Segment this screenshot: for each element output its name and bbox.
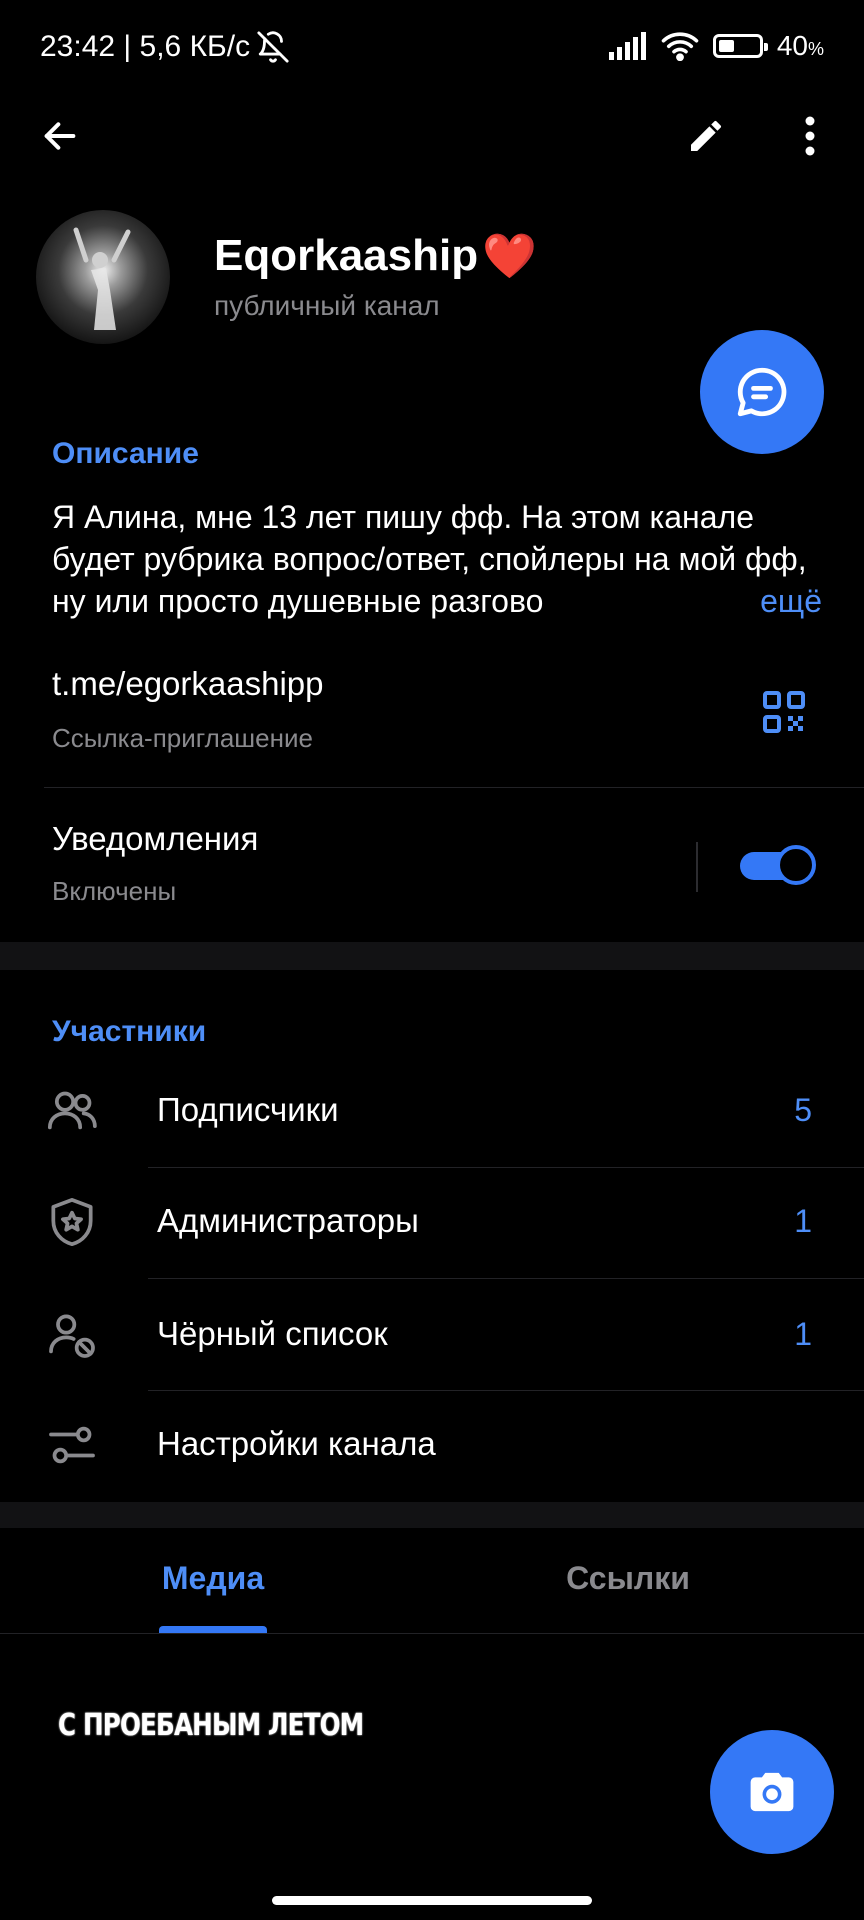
qr-code-button[interactable] [762, 690, 806, 734]
edit-button[interactable] [674, 104, 738, 168]
invite-link[interactable]: t.me/egorkaashipp [52, 665, 324, 703]
section-separator [0, 942, 864, 970]
qr-code-icon [762, 690, 806, 734]
tab-media[interactable]: Медиа [0, 1560, 426, 1597]
channel-settings-label: Настройки канала [157, 1425, 436, 1462]
battery-percent: 40 [776, 30, 808, 61]
members-row-count: 1 [794, 1316, 812, 1352]
chat-bubble-icon [733, 363, 791, 421]
more-options-button[interactable] [778, 104, 842, 168]
notifications-label: Уведомления [52, 820, 259, 857]
tab-links[interactable]: Ссылки [416, 1560, 840, 1597]
heart-emoji: ❤️ [482, 231, 537, 282]
description-title: Описание [52, 437, 199, 470]
description-more-link[interactable]: ещё [720, 580, 822, 622]
vertical-separator [696, 842, 698, 892]
battery-icon [712, 34, 768, 58]
discussion-button[interactable] [700, 330, 824, 454]
pencil-icon [686, 116, 726, 156]
members-row-subscribers[interactable]: Подписчики 5 [0, 1055, 864, 1167]
channel-settings-row[interactable]: Настройки канала [0, 1391, 864, 1501]
channel-subtitle: публичный канал [214, 290, 440, 321]
members-row-count: 5 [794, 1092, 812, 1128]
divider [0, 1633, 864, 1634]
members-row-label: Подписчики [157, 1091, 339, 1128]
signal-icon [608, 32, 647, 60]
camera-icon [745, 1765, 799, 1819]
notifications-row[interactable]: Уведомления Включены [0, 800, 864, 940]
user-blocked-icon [44, 1307, 100, 1363]
users-icon [44, 1083, 100, 1139]
members-row-blacklist[interactable]: Чёрный список 1 [0, 1279, 864, 1389]
back-button[interactable] [28, 104, 92, 168]
channel-name: Eqorkaaship [214, 231, 479, 280]
wifi-icon [661, 31, 699, 61]
description-block: Я Алина, мне 13 лет пишу фф. На этом кан… [52, 496, 822, 622]
channel-avatar[interactable] [36, 210, 170, 344]
members-row-label: Чёрный список [157, 1315, 388, 1352]
camera-button[interactable] [710, 1730, 834, 1854]
arrow-left-icon [40, 116, 80, 156]
members-row-admins[interactable]: Администраторы 1 [0, 1168, 864, 1278]
members-row-count: 1 [794, 1203, 812, 1239]
notifications-toggle[interactable] [740, 845, 816, 885]
notifications-status: Включены [52, 876, 177, 906]
invite-link-row[interactable]: t.me/egorkaashipp Ссылка-приглашение [0, 655, 864, 785]
status-time-speed: 23:42 | 5,6 КБ/с [40, 30, 251, 63]
status-bar: 23:42 | 5,6 КБ/с 40% [0, 0, 864, 96]
home-indicator [272, 1896, 592, 1905]
shield-star-icon [44, 1194, 100, 1250]
description-text: Я Алина, мне 13 лет пишу фф. На этом кан… [52, 499, 807, 619]
muted-bell-icon [256, 30, 290, 64]
more-vertical-icon [804, 116, 816, 156]
media-caption: С ПРОЕБАНЫМ ЛЕТОМ [58, 1708, 364, 1743]
section-separator [0, 1502, 864, 1528]
members-row-label: Администраторы [157, 1202, 419, 1239]
divider [44, 787, 864, 788]
invite-link-caption: Ссылка-приглашение [52, 723, 313, 753]
battery-percent-unit: % [807, 39, 824, 59]
sliders-icon [44, 1417, 100, 1473]
channel-title: Eqorkaaship ❤️ [214, 230, 537, 282]
members-title: Участники [52, 1015, 207, 1048]
